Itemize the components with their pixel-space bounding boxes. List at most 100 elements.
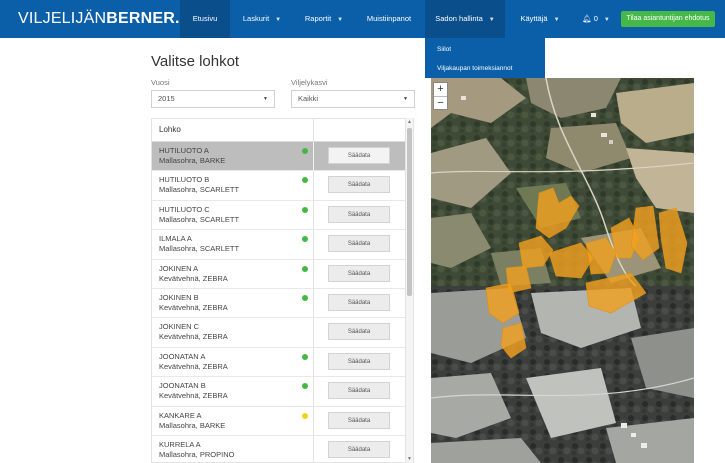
dropdown-item-viljakaupan-toimeksiannot[interactable]: Viljakaupan toimeksiannot [437, 65, 512, 72]
table-row[interactable]: ILMALA A Mallasohra, SCARLETT Säädata [152, 230, 407, 260]
status-dot-icon [302, 383, 308, 390]
zoom-out-button[interactable]: − [434, 97, 447, 110]
notification-count: 0 [593, 14, 598, 23]
crop-select[interactable]: Kaikki ▼ [291, 90, 415, 108]
column-divider [313, 406, 314, 435]
column-divider [313, 377, 314, 406]
plot-crop: Kevätvehnä, ZEBRA [159, 332, 228, 342]
table-scrollbar[interactable]: ▲ ▼ [405, 118, 413, 463]
plot-name: JOKINEN A [159, 263, 199, 273]
map-zoom-control: + − [433, 82, 448, 110]
column-divider [313, 318, 314, 347]
table-row[interactable]: JOKINEN C Kevätvehnä, ZEBRA Säädata [152, 318, 407, 348]
plot-crop: Mallasohra, PROPINO [159, 450, 235, 459]
plot-crop: Mallasohra, BARKE [159, 156, 226, 165]
plot-crop: Mallasohra, SCARLETT [159, 244, 240, 254]
adjust-data-button[interactable]: Säädata [328, 352, 390, 370]
chevron-down-icon: ▼ [403, 96, 408, 102]
adjust-data-button[interactable]: Säädata [328, 294, 390, 311]
sadon-hallinta-dropdown: Siilot Viljakaupan toimeksiannot [425, 38, 545, 78]
plot-name: HUTILUOTO A [159, 146, 209, 155]
table-row[interactable]: HUTILUOTO C Mallasohra, SCARLETT Säädata [152, 200, 407, 231]
plot-name: HUTILUOTO B [159, 175, 210, 185]
table-row[interactable]: JOKINEN A Kevätvehnä, ZEBRA Säädata [152, 259, 407, 289]
table-row[interactable]: JOONATAN B Kevätvehnä, ZEBRA Säädata [152, 377, 407, 407]
adjust-data-button[interactable]: Säädata [328, 382, 390, 400]
column-divider [313, 289, 314, 318]
map-imagery [431, 78, 694, 463]
nav-raportit[interactable]: Raportit ▼ [295, 0, 353, 38]
zoom-in-button[interactable]: + [434, 83, 447, 97]
chevron-down-icon: ▼ [263, 96, 268, 102]
nav-sadon-hallinta[interactable]: Sadon hallinta ▼ [425, 0, 505, 38]
plot-crop: Mallasohra, BARKE [159, 420, 226, 430]
plot-crop: Kevätvehnä, ZEBRA [159, 273, 228, 283]
column-divider [313, 347, 314, 377]
adjust-data-button[interactable]: Säädata [328, 411, 390, 429]
status-dot-icon [302, 206, 308, 213]
year-select[interactable]: 2015 ▼ [151, 90, 275, 108]
plot-name: KURRELA A [159, 440, 201, 449]
order-expert-suggestion-button[interactable]: Tilaa asiantuntijan ehdotus [621, 11, 715, 27]
column-divider [313, 119, 314, 141]
plot-name: JOKINEN C [159, 322, 200, 332]
column-header-lohko: Lohko [159, 125, 181, 134]
nav-etusivu[interactable]: Etusivu [180, 0, 230, 38]
table-row[interactable]: HUTILUOTO A Mallasohra, BARKE Säädata [152, 142, 407, 172]
year-label: Vuosi [151, 78, 170, 87]
chevron-down-icon: ▼ [275, 17, 282, 23]
adjust-data-button[interactable]: Säädata [328, 147, 390, 164]
brand-logo[interactable]: VILJELIJÄNBERNER.FI [18, 10, 194, 28]
chevron-down-icon: ▼ [603, 17, 610, 23]
satellite-map[interactable] [431, 78, 694, 463]
scrollbar-thumb[interactable] [407, 128, 412, 296]
chevron-down-icon: ▼ [337, 17, 344, 23]
plot-crop: Kevätvehnä, ZEBRA [159, 361, 228, 371]
column-divider [313, 230, 314, 259]
plot-crop: Kevätvehnä, ZEBRA [159, 303, 228, 312]
plot-name: HUTILUOTO C [159, 204, 210, 214]
status-dot-icon [302, 412, 308, 419]
plot-crop: Mallasohra, SCARLETT [159, 214, 240, 224]
scroll-down-icon[interactable]: ▼ [407, 456, 412, 462]
adjust-data-button[interactable]: Säädata [328, 205, 390, 223]
table-header: Lohko [152, 119, 407, 142]
status-dot-icon [302, 236, 308, 243]
crop-select-value: Kaikki [298, 94, 319, 103]
bell-icon: 🔔︎ [582, 14, 592, 23]
plot-name: JOONATAN A [159, 351, 206, 361]
plot-name: JOKINEN B [159, 293, 199, 302]
adjust-data-button[interactable]: Säädata [328, 235, 390, 253]
table-row[interactable]: JOONATAN A Kevätvehnä, ZEBRA Säädata [152, 347, 407, 378]
page-title: Valitse lohkot [151, 53, 240, 70]
year-select-value: 2015 [158, 94, 175, 103]
nav-laskurit[interactable]: Laskurit ▼ [232, 0, 292, 38]
table-row[interactable]: KANKARE A Mallasohra, BARKE Säädata [152, 406, 407, 436]
table-row[interactable]: JOKINEN B Kevätvehnä, ZEBRA Säädata [152, 289, 407, 319]
adjust-data-button[interactable]: Säädata [328, 441, 390, 458]
column-divider [313, 171, 314, 200]
plot-crop: Mallasohra, SCARLETT [159, 185, 240, 195]
notifications-menu[interactable]: 🔔︎ 0 ▼ [578, 0, 614, 38]
plot-crop: Kevätvehnä, ZEBRA [159, 391, 228, 401]
column-divider [313, 259, 314, 288]
nav-kayttaja[interactable]: Käyttäjä ▼ [510, 0, 570, 38]
column-divider [313, 142, 314, 171]
plot-name: KANKARE A [159, 410, 202, 420]
plot-name: JOONATAN B [159, 381, 206, 391]
status-dot-icon [302, 353, 308, 360]
nav-muistiinpanot[interactable]: Muistiinpanot [356, 0, 422, 38]
status-dot-icon [302, 148, 308, 154]
status-dot-icon [302, 265, 308, 272]
column-divider [313, 436, 314, 462]
dropdown-item-siilot[interactable]: Siilot [437, 46, 451, 53]
adjust-data-button[interactable]: Säädata [328, 323, 390, 341]
table-row[interactable]: KURRELA A Mallasohra, PROPINO Säädata [152, 436, 407, 462]
table-row[interactable]: HUTILUOTO B Mallasohra, SCARLETT Säädata [152, 171, 407, 201]
scroll-up-icon[interactable]: ▲ [407, 119, 412, 125]
column-divider [313, 200, 314, 230]
adjust-data-button[interactable]: Säädata [328, 176, 390, 194]
adjust-data-button[interactable]: Säädata [328, 264, 390, 282]
chevron-down-icon: ▼ [488, 17, 495, 23]
status-dot-icon [302, 295, 308, 301]
